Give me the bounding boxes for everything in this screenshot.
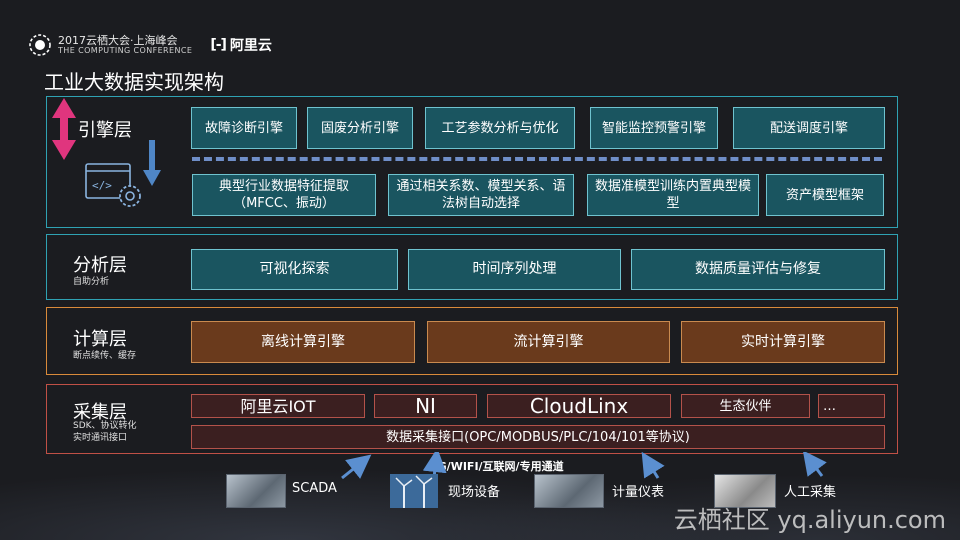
conference-cn: 2017云栖大会·上海峰会 bbox=[58, 33, 178, 47]
engine-layer-name: 引擎层 bbox=[78, 120, 132, 141]
engine-box-feature-extraction: 典型行业数据特征提取（MFCC、振动） bbox=[192, 174, 376, 216]
aliyun-logo: [-] 阿里云 bbox=[210, 35, 272, 55]
compute-layer-name: 计算层 bbox=[73, 329, 127, 350]
engine-box-solid-waste: 固废分析引擎 bbox=[307, 107, 413, 149]
source-meter: 计量仪表 bbox=[612, 485, 665, 500]
compute-layer-sub: 断点续传、缓存 bbox=[73, 351, 137, 361]
conference-text: 2017云栖大会·上海峰会 THE COMPUTING CONFERENCE bbox=[58, 33, 193, 56]
engine-box-fault-diagnosis: 故障诊断引擎 bbox=[191, 107, 297, 149]
arrow-meter bbox=[641, 452, 665, 479]
pink-double-arrow-icon bbox=[52, 98, 76, 160]
aliyun-name: 阿里云 bbox=[229, 38, 272, 54]
collect-layer-sub1: SDK、协议转化 bbox=[73, 421, 137, 431]
header-logos: 2017云栖大会·上海峰会 THE COMPUTING CONFERENCE [… bbox=[28, 31, 272, 59]
code-settings-icon: </> bbox=[85, 163, 141, 207]
watermark: 云栖社区 yq.aliyun.com bbox=[673, 506, 946, 534]
collect-interface-box: 数据采集接口(OPC/MODBUS/PLC/104/101等协议) bbox=[191, 425, 885, 449]
engine-box-dispatch: 配送调度引擎 bbox=[733, 107, 885, 149]
compute-box-offline: 离线计算引擎 bbox=[191, 321, 415, 363]
engine-box-auto-selection: 通过相关系数、模型关系、语法树自动选择 bbox=[388, 174, 574, 216]
page-title: 工业大数据实现架构 bbox=[44, 70, 224, 94]
source-scada: SCADA bbox=[292, 481, 337, 496]
collect-box-aliyun-iot: 阿里云IOT bbox=[191, 394, 365, 418]
scada-image bbox=[226, 474, 286, 508]
compute-box-realtime: 实时计算引擎 bbox=[681, 321, 885, 363]
meter-image bbox=[534, 474, 604, 508]
wind-turbine-icon bbox=[390, 474, 438, 508]
analysis-box-quality: 数据质量评估与修复 bbox=[631, 249, 885, 290]
conference-en: THE COMPUTING CONFERENCE bbox=[58, 45, 193, 55]
conference-globe-icon bbox=[29, 34, 51, 56]
source-field-device: 现场设备 bbox=[448, 485, 501, 500]
source-manual: 人工采集 bbox=[784, 485, 837, 500]
engine-box-asset-model: 资产模型框架 bbox=[766, 174, 884, 216]
analysis-box-visual-explore: 可视化探索 bbox=[191, 249, 398, 290]
engine-box-process-params: 工艺参数分析与优化 bbox=[425, 107, 575, 149]
svg-text:</>: </> bbox=[92, 179, 112, 192]
engine-box-monitoring-alert: 智能监控预警引擎 bbox=[590, 107, 718, 149]
analysis-layer-name: 分析层 bbox=[73, 255, 127, 276]
collect-layer-sub2: 实时通讯接口 bbox=[73, 433, 128, 443]
aliyun-mark-icon: [-] bbox=[210, 37, 227, 53]
analysis-layer-sub: 自助分析 bbox=[73, 277, 110, 287]
collect-box-eco-partner: 生态伙伴 bbox=[681, 394, 810, 418]
engine-dashed-divider bbox=[192, 157, 882, 161]
arrow-scada bbox=[341, 454, 372, 480]
compute-box-stream: 流计算引擎 bbox=[427, 321, 670, 363]
analysis-box-time-series: 时间序列处理 bbox=[408, 249, 621, 290]
collect-box-cloudlinx: CloudLinx bbox=[487, 394, 671, 418]
collect-box-more: … bbox=[818, 394, 885, 418]
collect-box-ni: NI bbox=[374, 394, 477, 418]
arrow-manual bbox=[802, 452, 827, 477]
engine-box-model-training: 数据准模型训练内置典型模型 bbox=[587, 174, 759, 216]
